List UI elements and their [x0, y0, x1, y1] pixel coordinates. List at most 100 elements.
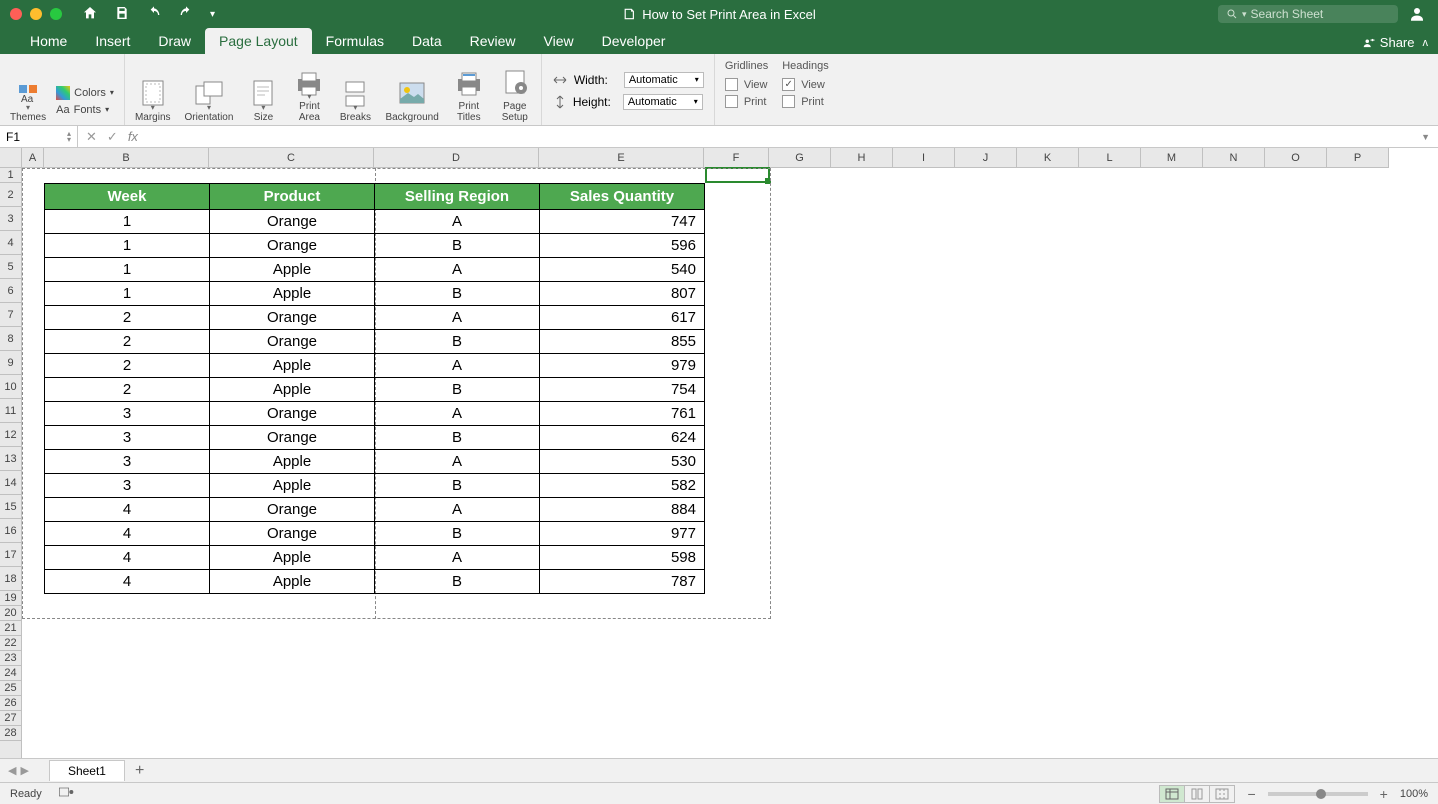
row-header-2[interactable]: 2 [0, 183, 21, 207]
normal-view-button[interactable] [1159, 785, 1185, 803]
row-header-9[interactable]: 9 [0, 351, 21, 375]
row-header-10[interactable]: 10 [0, 375, 21, 399]
menu-tab-developer[interactable]: Developer [588, 28, 680, 54]
fx-icon[interactable]: fx [128, 129, 138, 144]
row-header-16[interactable]: 16 [0, 519, 21, 543]
zoom-out-button[interactable]: − [1247, 786, 1255, 802]
menu-tab-data[interactable]: Data [398, 28, 456, 54]
row-header-15[interactable]: 15 [0, 495, 21, 519]
qat-dropdown-icon[interactable]: ▾ [210, 9, 215, 20]
zoom-level[interactable]: 100% [1400, 788, 1428, 800]
table-cell[interactable]: 2 [45, 330, 210, 354]
row-header-6[interactable]: 6 [0, 279, 21, 303]
row-header-14[interactable]: 14 [0, 471, 21, 495]
col-header-H[interactable]: H [831, 148, 893, 167]
menu-tab-page-layout[interactable]: Page Layout [205, 28, 312, 54]
table-cell[interactable]: 3 [45, 402, 210, 426]
table-cell[interactable]: Orange [210, 402, 375, 426]
table-cell[interactable]: B [375, 282, 540, 306]
table-cell[interactable]: 2 [45, 354, 210, 378]
zoom-in-button[interactable]: + [1380, 786, 1388, 802]
add-sheet-button[interactable]: + [135, 762, 144, 780]
select-all-corner[interactable] [0, 148, 22, 168]
row-header-18[interactable]: 18 [0, 567, 21, 591]
row-header-8[interactable]: 8 [0, 327, 21, 351]
col-header-K[interactable]: K [1017, 148, 1079, 167]
col-header-M[interactable]: M [1141, 148, 1203, 167]
table-cell[interactable]: 1 [45, 234, 210, 258]
background-button[interactable]: Background [385, 78, 438, 123]
row-header-13[interactable]: 13 [0, 447, 21, 471]
row-header-11[interactable]: 11 [0, 399, 21, 423]
row-header-27[interactable]: 27 [0, 711, 21, 726]
table-cell[interactable]: Apple [210, 570, 375, 594]
name-box[interactable]: F1▴▾ [0, 126, 78, 147]
col-header-N[interactable]: N [1203, 148, 1265, 167]
table-cell[interactable]: 4 [45, 570, 210, 594]
row-header-23[interactable]: 23 [0, 651, 21, 666]
row-header-20[interactable]: 20 [0, 606, 21, 621]
undo-icon[interactable] [146, 5, 162, 24]
table-cell[interactable]: 979 [540, 354, 705, 378]
page-break-view-button[interactable] [1209, 785, 1235, 803]
table-cell[interactable]: Orange [210, 234, 375, 258]
table-cell[interactable]: A [375, 546, 540, 570]
row-header-22[interactable]: 22 [0, 636, 21, 651]
table-cell[interactable]: Apple [210, 258, 375, 282]
menu-tab-formulas[interactable]: Formulas [312, 28, 398, 54]
table-cell[interactable]: Apple [210, 354, 375, 378]
menu-tab-draw[interactable]: Draw [144, 28, 205, 54]
headings-view-checkbox[interactable]: ✓View [782, 78, 828, 91]
col-header-D[interactable]: D [374, 148, 539, 167]
close-window-icon[interactable] [10, 8, 22, 20]
table-cell[interactable]: B [375, 522, 540, 546]
row-header-1[interactable]: 1 [0, 168, 21, 183]
table-cell[interactable]: 582 [540, 474, 705, 498]
table-cell[interactable]: A [375, 498, 540, 522]
table-cell[interactable]: 761 [540, 402, 705, 426]
table-cell[interactable]: 1 [45, 282, 210, 306]
table-cell[interactable]: 3 [45, 474, 210, 498]
table-cell[interactable]: B [375, 234, 540, 258]
table-cell[interactable]: 3 [45, 426, 210, 450]
col-header-B[interactable]: B [44, 148, 209, 167]
table-cell[interactable]: A [375, 306, 540, 330]
row-header-25[interactable]: 25 [0, 681, 21, 696]
table-cell[interactable]: B [375, 426, 540, 450]
breaks-button[interactable]: ▾Breaks [339, 78, 371, 123]
col-header-G[interactable]: G [769, 148, 831, 167]
row-header-19[interactable]: 19 [0, 591, 21, 606]
fonts-button[interactable]: AaFonts ▾ [56, 104, 114, 116]
table-cell[interactable]: Apple [210, 378, 375, 402]
table-cell[interactable]: Apple [210, 474, 375, 498]
page-layout-view-button[interactable] [1184, 785, 1210, 803]
table-cell[interactable]: 4 [45, 522, 210, 546]
collapse-ribbon-icon[interactable]: ʌ [1423, 37, 1429, 49]
menu-tab-review[interactable]: Review [456, 28, 530, 54]
table-cell[interactable]: 3 [45, 450, 210, 474]
sheet-nav-next-icon[interactable]: ▶ [20, 764, 28, 777]
col-header-A[interactable]: A [22, 148, 44, 167]
table-cell[interactable]: 1 [45, 210, 210, 234]
table-cell[interactable]: Orange [210, 522, 375, 546]
table-cell[interactable]: A [375, 210, 540, 234]
cell-grid[interactable]: WeekProductSelling RegionSales Quantity1… [22, 168, 1438, 758]
table-cell[interactable]: A [375, 258, 540, 282]
table-header[interactable]: Week [45, 184, 210, 210]
table-cell[interactable]: 884 [540, 498, 705, 522]
table-cell[interactable]: 754 [540, 378, 705, 402]
macro-record-icon[interactable] [58, 785, 74, 802]
table-cell[interactable]: 747 [540, 210, 705, 234]
gridlines-view-checkbox[interactable]: View [725, 78, 768, 91]
search-sheet-box[interactable]: ▾ Search Sheet [1218, 5, 1398, 23]
table-cell[interactable]: 596 [540, 234, 705, 258]
row-header-3[interactable]: 3 [0, 207, 21, 231]
col-header-F[interactable]: F [704, 148, 769, 167]
table-cell[interactable]: 4 [45, 546, 210, 570]
user-icon[interactable] [1408, 5, 1426, 23]
table-cell[interactable]: B [375, 330, 540, 354]
gridlines-print-checkbox[interactable]: Print [725, 95, 768, 108]
table-cell[interactable]: 977 [540, 522, 705, 546]
table-cell[interactable]: Apple [210, 282, 375, 306]
row-header-26[interactable]: 26 [0, 696, 21, 711]
